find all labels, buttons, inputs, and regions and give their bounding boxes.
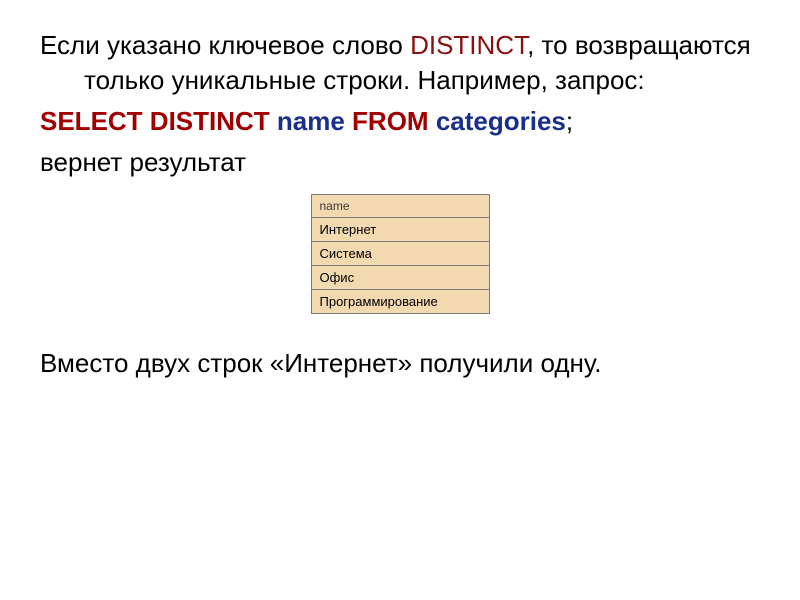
table-header: name (311, 194, 489, 217)
result-table-container: name Интернет Система Офис Программирова… (40, 194, 760, 314)
sql-semicolon: ; (566, 106, 573, 136)
table-row: Офис (311, 265, 489, 289)
conclusion-paragraph: Вместо двух строк «Интернет» получили од… (40, 346, 760, 381)
table-row: Программирование (311, 289, 489, 313)
result-table: name Интернет Система Офис Программирова… (311, 194, 490, 314)
intro-paragraph: Если указано ключевое слово DISTINCT, то… (40, 28, 760, 98)
sql-from: FROM (352, 106, 429, 136)
result-label: вернет результат (40, 145, 760, 180)
sql-query: SELECT DISTINCT name FROM categories; (40, 104, 760, 139)
sql-name-column: name (270, 106, 352, 136)
sql-select-distinct: SELECT DISTINCT (40, 106, 270, 136)
table-row: Интернет (311, 217, 489, 241)
keyword-distinct: DISTINCT (410, 30, 527, 60)
intro-text-prefix: Если указано ключевое слово (40, 30, 410, 60)
sql-categories-table: categories (429, 106, 566, 136)
table-row: Система (311, 241, 489, 265)
